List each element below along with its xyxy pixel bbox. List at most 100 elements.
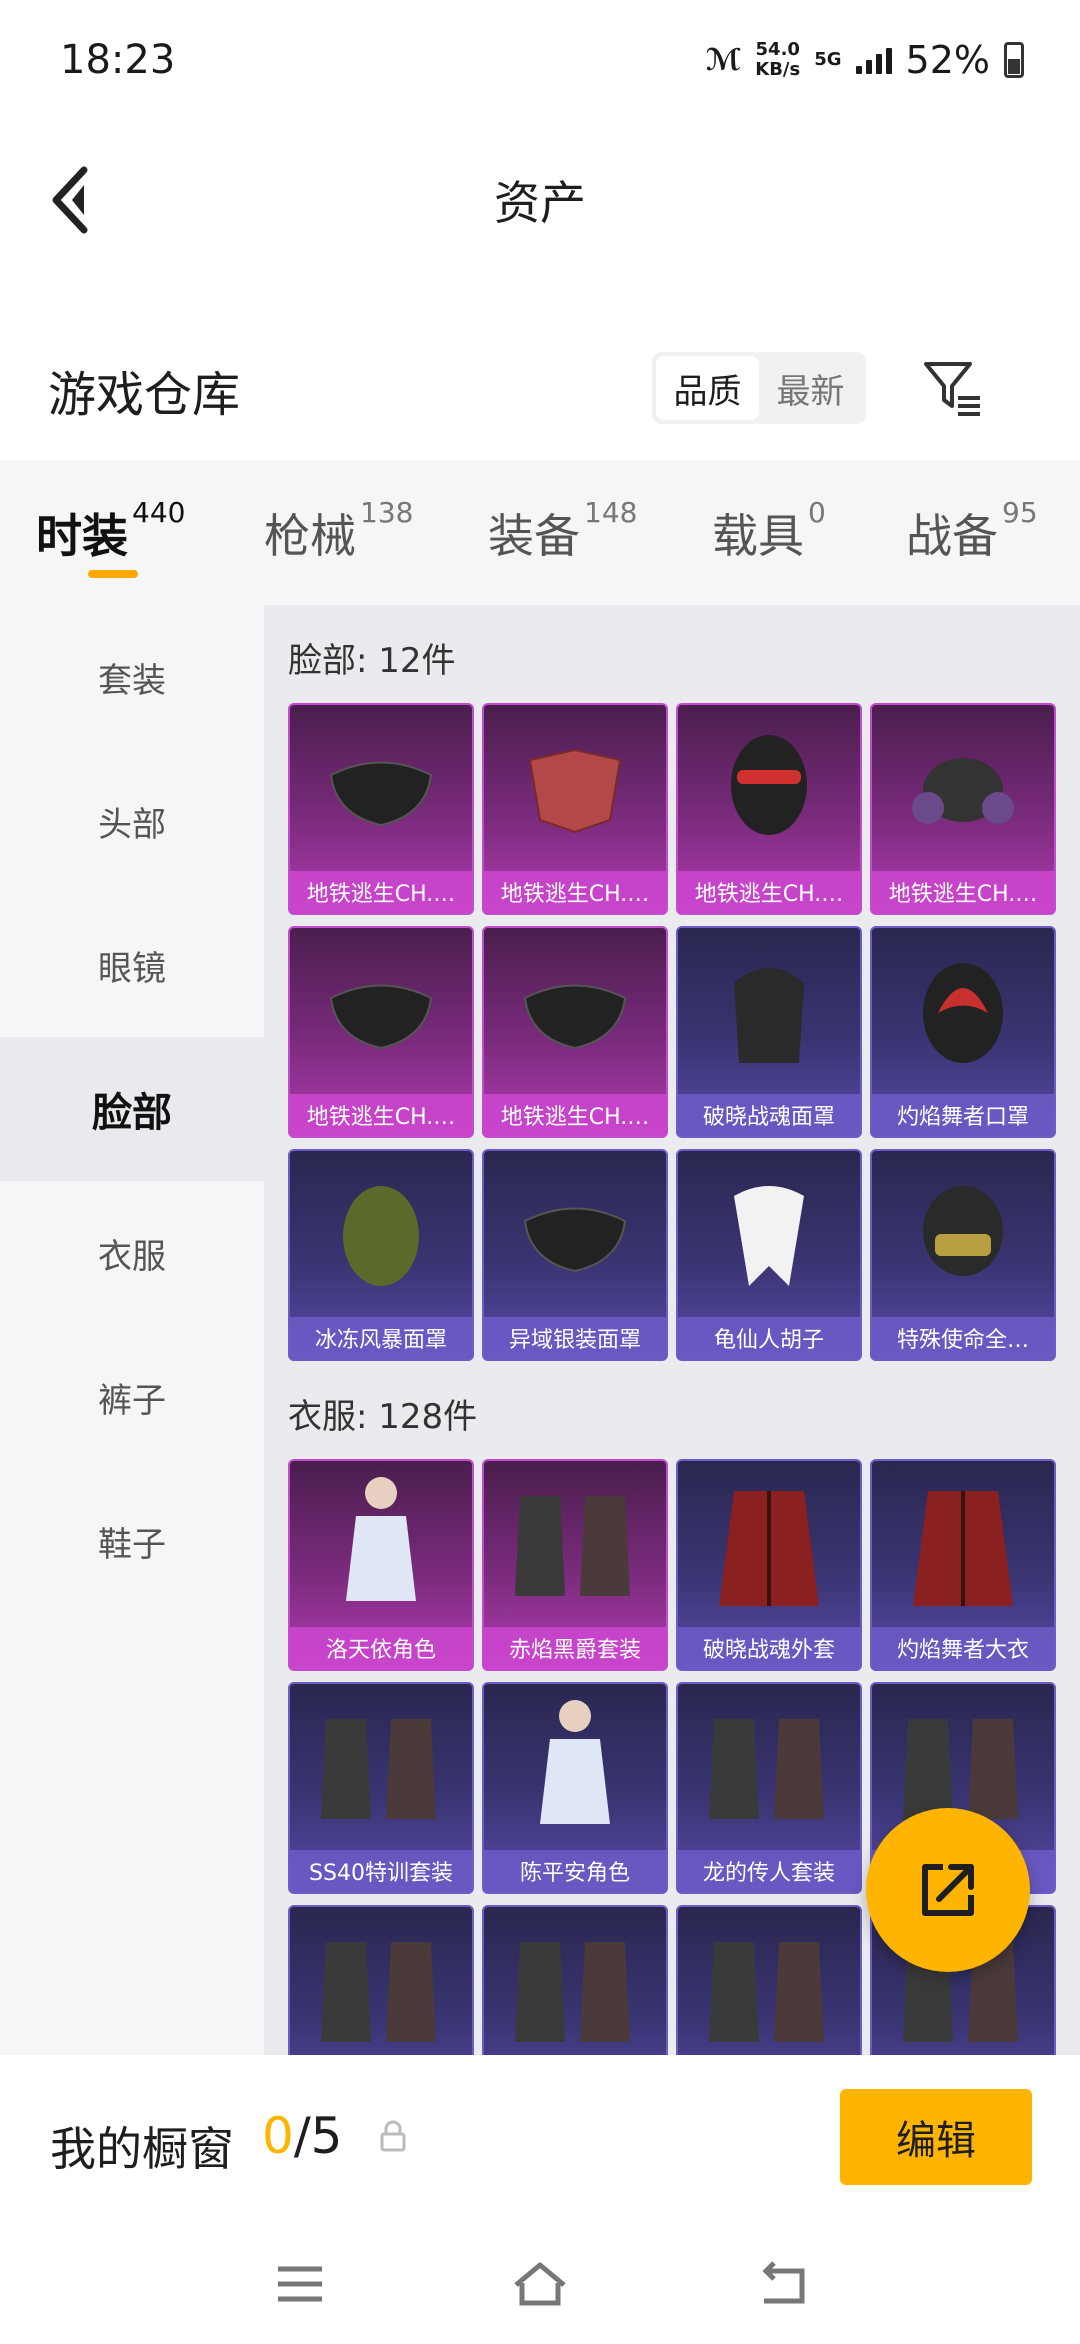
sidebar-item-glasses[interactable]: 眼镜: [0, 893, 264, 1037]
back-nav-icon[interactable]: [752, 2261, 812, 2307]
outfit-icon: [678, 1684, 860, 1854]
mask-icon: [484, 928, 666, 1098]
sidebar-item-pants[interactable]: 裤子: [0, 1325, 264, 1469]
filter-icon[interactable]: [920, 356, 984, 420]
outfit-icon: [484, 1461, 666, 1631]
item-name: 地铁逃生CH.…: [290, 871, 472, 913]
item-name: 异域银装面罩: [484, 1317, 666, 1359]
battery-icon: [1004, 42, 1024, 78]
showcase-label: 我的橱窗: [50, 2122, 234, 2176]
item-card[interactable]: 龙的传人套装: [676, 1682, 862, 1894]
page-title: 资产: [494, 176, 586, 230]
gas-mask-icon: [872, 705, 1054, 875]
item-name: 冰冻风暴面罩: [290, 1317, 472, 1359]
category-tabs: 时装 440 枪械 138 装备 148 载具 0 战备 95: [0, 460, 1080, 605]
outfit-icon: [678, 1907, 860, 2055]
item-name: 地铁逃生CH.…: [678, 871, 860, 913]
coat-icon: [678, 1461, 860, 1631]
item-name: 特殊使命全…: [872, 1317, 1054, 1359]
item-card[interactable]: 灼焰舞者口罩: [870, 926, 1056, 1138]
status-time: 18:23: [60, 37, 176, 83]
item-name: 洛天依角色: [290, 1627, 472, 1669]
item-name: 龟仙人胡子: [678, 1317, 860, 1359]
item-card[interactable]: [482, 1905, 668, 2055]
item-name: 陈平安角色: [484, 1850, 666, 1892]
coat-icon: [872, 1461, 1054, 1631]
sort-newest-button[interactable]: 最新: [759, 356, 862, 420]
section-title-face: 脸部: 12件: [288, 641, 456, 681]
bandana-icon: [484, 705, 666, 875]
outfit-icon: [290, 1684, 472, 1854]
net-speed: 54.0 KB/s: [755, 39, 801, 80]
mask-icon: [484, 1151, 666, 1321]
flame-mask-icon: [872, 928, 1054, 1098]
showcase-count: 0/5: [262, 2107, 343, 2165]
sort-toggle: 品质 最新: [652, 352, 866, 424]
tab-supplies[interactable]: 战备 95: [906, 496, 1038, 566]
lock-icon: [380, 2120, 406, 2152]
item-name: 灼焰舞者口罩: [872, 1094, 1054, 1136]
item-card[interactable]: 陈平安角色: [482, 1682, 668, 1894]
item-name: 地铁逃生CH.…: [484, 871, 666, 913]
item-name: 地铁逃生CH.…: [290, 1094, 472, 1136]
tab-weapons[interactable]: 枪械 138: [264, 496, 413, 566]
sidebar-item-head[interactable]: 头部: [0, 749, 264, 893]
subcategory-sidebar: 套装 头部 眼镜 脸部 衣服 裤子 鞋子: [0, 605, 264, 2055]
item-card[interactable]: [676, 1905, 862, 2055]
item-name: 龙的传人套装: [678, 1850, 860, 1892]
item-name: 灼焰舞者大衣: [872, 1627, 1054, 1669]
item-card[interactable]: 冰冻风暴面罩: [288, 1149, 474, 1361]
item-card[interactable]: 地铁逃生CH.…: [870, 703, 1056, 915]
item-card[interactable]: 灼焰舞者大衣: [870, 1459, 1056, 1671]
tab-vehicles[interactable]: 载具 0: [712, 496, 826, 566]
tab-fashion[interactable]: 时装 440: [36, 496, 185, 566]
sidebar-item-face[interactable]: 脸部: [0, 1037, 264, 1181]
sidebar-item-clothes[interactable]: 衣服: [0, 1181, 264, 1325]
item-card[interactable]: [288, 1905, 474, 2055]
item-card[interactable]: SS40特训套装: [288, 1682, 474, 1894]
character-icon: [290, 1461, 472, 1631]
system-nav-bar: [0, 2215, 1080, 2344]
item-name: 破晓战魂外套: [678, 1627, 860, 1669]
warehouse-title: 游戏仓库: [48, 367, 241, 423]
signal-icon: [855, 46, 892, 74]
home-icon[interactable]: [510, 2261, 570, 2307]
item-card[interactable]: 赤焰黑爵套装: [482, 1459, 668, 1671]
sidebar-item-shoes[interactable]: 鞋子: [0, 1469, 264, 1613]
network-type: 5G: [814, 49, 842, 70]
back-arrow-icon[interactable]: [44, 160, 104, 240]
item-name: 地铁逃生CH.…: [484, 1094, 666, 1136]
status-bar: 18:23 ℳ 54.0 KB/s 5G 52%: [0, 0, 1080, 120]
mask-icon: [290, 705, 472, 875]
share-button[interactable]: [866, 1808, 1030, 1972]
status-indicators: ℳ 54.0 KB/s 5G 52%: [706, 38, 1024, 82]
face-shield-icon: [678, 928, 860, 1098]
share-icon: [922, 1864, 974, 1916]
item-name: 地铁逃生CH.…: [872, 871, 1054, 913]
sort-quality-button[interactable]: 品质: [656, 356, 759, 420]
item-card[interactable]: 破晓战魂面罩: [676, 926, 862, 1138]
item-card[interactable]: 地铁逃生CH.…: [482, 926, 668, 1138]
item-card[interactable]: 地铁逃生CH.…: [676, 703, 862, 915]
section-title-clothes: 衣服: 128件: [288, 1397, 478, 1437]
scarf-icon: [290, 1151, 472, 1321]
edit-button[interactable]: 编辑: [840, 2089, 1032, 2185]
beard-icon: [678, 1151, 860, 1321]
tab-equipment[interactable]: 装备 148: [488, 496, 637, 566]
item-card[interactable]: 特殊使命全…: [870, 1149, 1056, 1361]
active-tab-indicator: [88, 570, 138, 578]
item-card[interactable]: 地铁逃生CH.…: [288, 926, 474, 1138]
item-card[interactable]: 地铁逃生CH.…: [482, 703, 668, 915]
menu-icon[interactable]: [270, 2261, 330, 2307]
character-icon: [484, 1684, 666, 1854]
item-card[interactable]: 地铁逃生CH.…: [288, 703, 474, 915]
item-card[interactable]: 龟仙人胡子: [676, 1149, 862, 1361]
item-card[interactable]: 异域银装面罩: [482, 1149, 668, 1361]
item-card[interactable]: 破晓战魂外套: [676, 1459, 862, 1671]
battery-percent: 52%: [905, 38, 990, 82]
mask-icon: [290, 928, 472, 1098]
sidebar-item-suits[interactable]: 套装: [0, 605, 264, 749]
item-card[interactable]: 洛天依角色: [288, 1459, 474, 1671]
warehouse-header: 游戏仓库 品质 最新: [0, 320, 1080, 460]
outfit-icon: [290, 1907, 472, 2055]
